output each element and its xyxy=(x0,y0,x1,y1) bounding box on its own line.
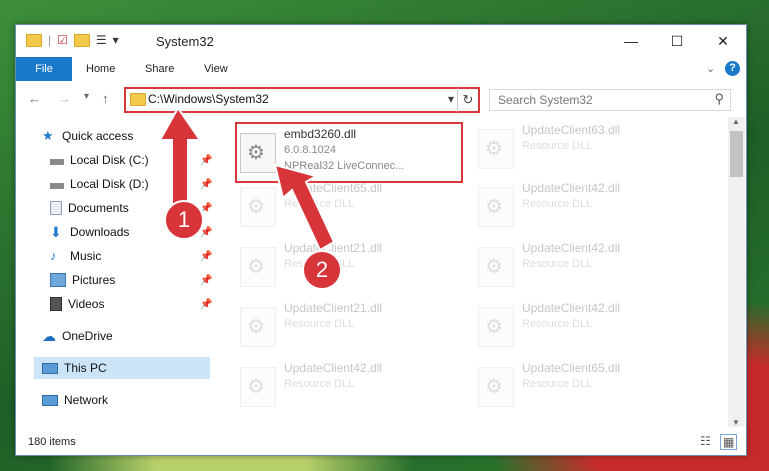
arrow-two xyxy=(273,163,336,252)
annotation-arrows xyxy=(158,106,336,252)
arrow-one xyxy=(158,106,202,211)
step-badge-two: 2 xyxy=(302,250,342,290)
step-badge-one: 1 xyxy=(164,200,204,240)
